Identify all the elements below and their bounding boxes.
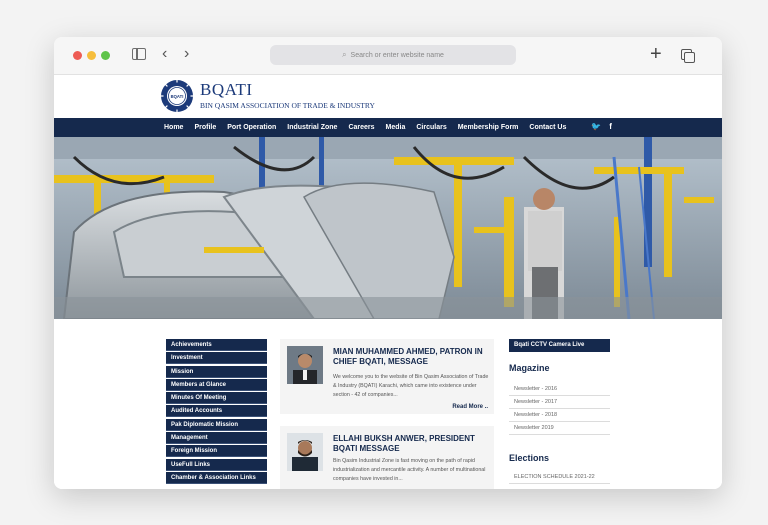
sidebar-item-chamber-association-links[interactable]: Chamber & Association Links <box>166 471 267 484</box>
social-links: 🐦 f <box>591 122 612 131</box>
elections-heading: Elections <box>509 453 550 463</box>
bqati-logo[interactable]: BQATI <box>160 79 194 113</box>
close-window-button[interactable] <box>73 51 82 60</box>
read-more-link[interactable]: Read More .. <box>452 404 488 410</box>
sidebar-item-investment[interactable]: Investment <box>166 352 267 365</box>
sidebar-item-usefull-links[interactable]: UseFull Links <box>166 458 267 471</box>
magazine-heading: Magazine <box>509 363 550 373</box>
cctv-camera-link[interactable]: Bqati CCTV Camera Live <box>509 339 610 352</box>
nav-careers[interactable]: Careers <box>348 124 374 131</box>
president-message-card: ELLAHI BUKSH ANWER, PRESIDENT BQATI MESS… <box>280 426 494 489</box>
newsletter-2018-link[interactable]: Newsletter - 2018 <box>509 409 610 422</box>
site-subtitle: BIN QASIM ASSOCIATION OF TRADE & INDUSTR… <box>200 101 375 110</box>
patron-message-excerpt: We welcome you to the website of Bin Qas… <box>333 374 489 398</box>
president-photo <box>287 433 323 471</box>
sidebar-menu: Achievements Investment Mission Members … <box>166 339 267 485</box>
logo-text: BQATI <box>171 94 184 99</box>
nav-port-operation[interactable]: Port Operation <box>227 124 276 131</box>
nav-media[interactable]: Media <box>386 124 406 131</box>
browser-toolbar: ‹ › ⌕ Search or enter website name + <box>54 37 722 75</box>
president-message-title[interactable]: ELLAHI BUKSH ANWER, PRESIDENT BQATI MESS… <box>333 434 491 453</box>
sidebar-item-mission[interactable]: Mission <box>166 365 267 378</box>
nav-contact-us[interactable]: Contact Us <box>529 124 566 131</box>
forward-arrow-icon[interactable]: › <box>184 45 189 63</box>
nav-home[interactable]: Home <box>164 124 183 131</box>
sidebar-item-achievements[interactable]: Achievements <box>166 339 267 351</box>
minimize-window-button[interactable] <box>87 51 96 60</box>
sidebar-item-pak-diplomatic-mission[interactable]: Pak Diplomatic Mission <box>166 418 267 431</box>
search-icon: ⌕ <box>342 50 347 59</box>
nav-circulars[interactable]: Circulars <box>416 124 446 131</box>
election-schedule-link[interactable]: ELECTION SCHEDULE 2021-22 <box>509 471 610 484</box>
maximize-window-button[interactable] <box>101 51 110 60</box>
facebook-icon[interactable]: f <box>609 122 612 131</box>
sidebar-item-members-at-glance[interactable]: Members at Glance <box>166 378 267 391</box>
site-title: BQATI <box>200 80 253 99</box>
newsletter-2017-link[interactable]: Newsletter - 2017 <box>509 396 610 409</box>
patron-photo <box>287 346 323 384</box>
nav-industrial-zone[interactable]: Industrial Zone <box>287 124 337 131</box>
twitter-icon[interactable]: 🐦 <box>591 122 601 131</box>
newsletter-2019-link[interactable]: Newsletter 2019 <box>509 422 610 435</box>
back-arrow-icon[interactable]: ‹ <box>162 45 167 63</box>
address-placeholder: Search or enter website name <box>350 51 444 59</box>
address-bar[interactable]: ⌕ Search or enter website name <box>270 45 516 65</box>
sidebar-item-audited-accounts[interactable]: Audited Accounts <box>166 405 267 418</box>
sidebar-item-minutes-of-meeting[interactable]: Minutes Of Meeting <box>166 392 267 405</box>
patron-message-title[interactable]: MIAN MUHAMMED AHMED, PATRON IN CHIEF BQA… <box>333 347 491 366</box>
browser-window: ‹ › ⌕ Search or enter website name + BQA… <box>54 37 722 489</box>
patron-message-card: MIAN MUHAMMED AHMED, PATRON IN CHIEF BQA… <box>280 339 494 414</box>
new-tab-icon[interactable]: + <box>650 43 662 65</box>
nav-profile[interactable]: Profile <box>194 124 216 131</box>
main-nav: Home Profile Port Operation Industrial Z… <box>54 118 722 137</box>
nav-membership-form[interactable]: Membership Form <box>458 124 519 131</box>
tab-overview-icon[interactable] <box>681 49 695 63</box>
sidebar-item-management[interactable]: Management <box>166 432 267 445</box>
sidebar-item-foreign-mission[interactable]: Foreign Mission <box>166 445 267 458</box>
president-message-excerpt: Bin Qasim Industrial Zone is fast moving… <box>333 458 486 482</box>
newsletter-2016-link[interactable]: Newsletter - 2016 <box>509 383 610 396</box>
sidebar-toggle-icon[interactable] <box>132 48 146 60</box>
hero-banner-image <box>54 137 722 319</box>
website: BQATI BQATI BIN QASIM ASSOCIATION OF TRA… <box>54 75 722 489</box>
